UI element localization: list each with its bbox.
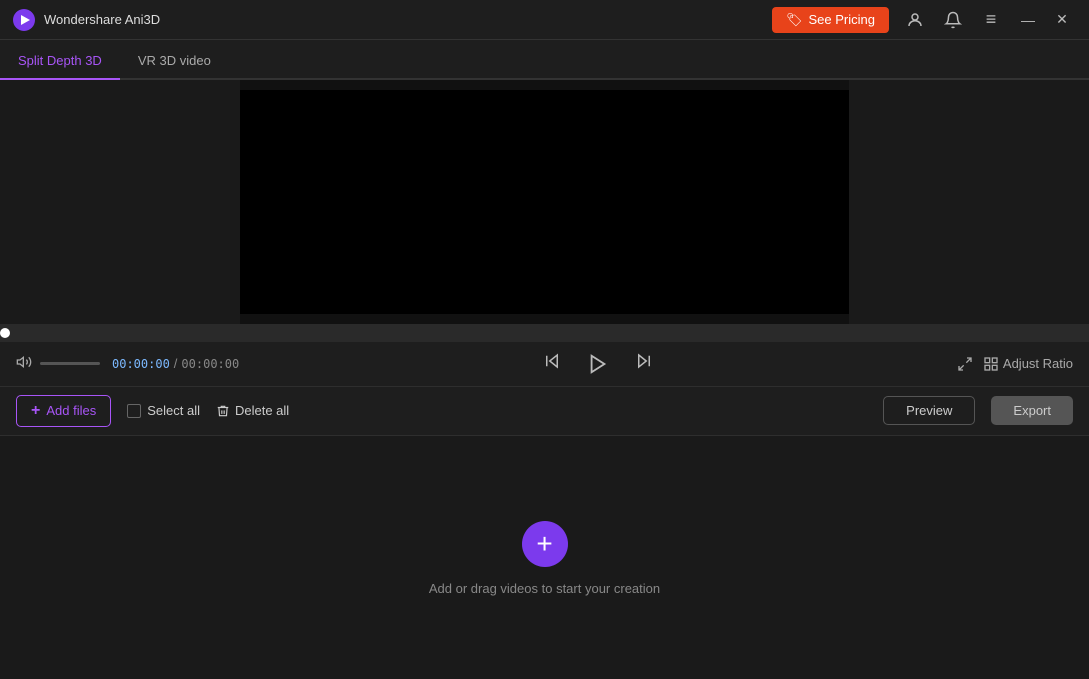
select-all-wrapper[interactable]: Select all <box>127 403 200 418</box>
adjust-ratio-button[interactable]: Adjust Ratio <box>983 356 1073 372</box>
add-circle-icon: + <box>522 521 568 567</box>
playback-controls <box>239 347 957 381</box>
fullscreen-button[interactable] <box>957 356 973 372</box>
add-files-plus-icon: + <box>31 402 40 420</box>
right-panel <box>849 80 1089 324</box>
skip-back-button[interactable] <box>543 352 561 375</box>
preview-area <box>0 80 1089 324</box>
tabs-bar: Split Depth 3D VR 3D video <box>0 40 1089 80</box>
controls-bar: 00:00:00 / 00:00:00 <box>0 342 1089 386</box>
total-time: 00:00:00 <box>181 357 239 371</box>
volume-slider[interactable] <box>40 362 100 365</box>
window-controls: — ✕ <box>1013 5 1077 35</box>
select-all-checkbox[interactable] <box>127 404 141 418</box>
delete-icon <box>216 404 230 418</box>
right-controls: Adjust Ratio <box>957 356 1073 372</box>
drop-zone[interactable]: + Add or drag videos to start your creat… <box>0 436 1089 679</box>
pricing-tag-icon: 🏷 <box>786 12 803 28</box>
skip-forward-button[interactable] <box>635 352 653 375</box>
add-files-button[interactable]: + Add files <box>16 395 111 427</box>
delete-all-wrapper[interactable]: Delete all <box>216 403 289 418</box>
notification-icon[interactable] <box>939 6 967 34</box>
main-content: 00:00:00 / 00:00:00 <box>0 80 1089 679</box>
volume-icon[interactable] <box>16 354 32 373</box>
app-title: Wondershare Ani3D <box>44 12 772 27</box>
scrubber-track[interactable] <box>0 324 1089 342</box>
scrubber-dot <box>0 328 10 338</box>
title-actions: ≡ <box>901 6 1005 34</box>
app-logo <box>12 8 36 32</box>
preview-button[interactable]: Preview <box>883 396 975 425</box>
scrubber-area[interactable] <box>0 324 1089 342</box>
delete-all-label: Delete all <box>235 403 289 418</box>
tab-split-depth-3d[interactable]: Split Depth 3D <box>0 43 120 80</box>
drop-zone-message: Add or drag videos to start your creatio… <box>429 581 660 596</box>
play-pause-button[interactable] <box>581 347 615 381</box>
menu-icon[interactable]: ≡ <box>977 6 1005 34</box>
add-video-icon[interactable]: + <box>520 519 570 569</box>
current-time: 00:00:00 <box>112 357 170 371</box>
close-button[interactable]: ✕ <box>1047 5 1077 35</box>
time-separator: / <box>174 356 178 371</box>
left-panel <box>0 80 240 324</box>
user-icon[interactable] <box>901 6 929 34</box>
tab-vr-3d-video[interactable]: VR 3D video <box>120 43 229 80</box>
see-pricing-button[interactable]: 🏷 See Pricing <box>772 7 889 33</box>
export-button[interactable]: Export <box>991 396 1073 425</box>
video-canvas <box>240 90 849 314</box>
file-toolbar: + Add files Select all Delete all Previe… <box>0 386 1089 436</box>
scrubber-thumb <box>0 324 16 342</box>
minimize-button[interactable]: — <box>1013 5 1043 35</box>
title-bar: Wondershare Ani3D 🏷 See Pricing ≡ — ✕ <box>0 0 1089 40</box>
select-all-label: Select all <box>147 403 200 418</box>
